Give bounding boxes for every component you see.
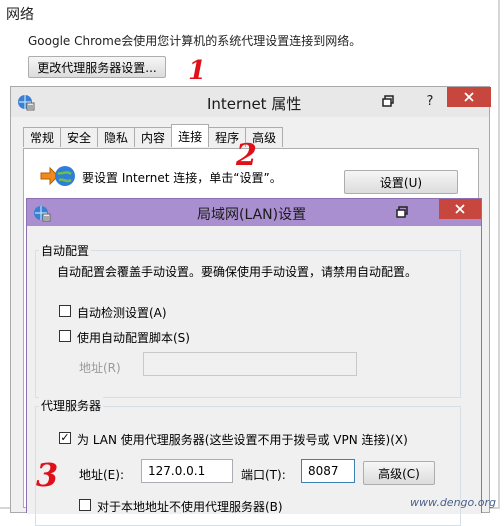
use-script-checkbox[interactable] [59,330,71,342]
restore-icon[interactable] [377,91,399,111]
close-icon[interactable] [439,199,481,219]
advanced-proxy-button[interactable]: 高级(C) [363,461,435,485]
proxy-server-group-label: 代理服务器 [39,397,104,414]
globe-arrow-icon [40,163,76,192]
proxy-address-label: 地址(E): [79,468,124,482]
help-button[interactable]: ? [419,91,441,111]
annotation-step-3: 3 [36,456,59,494]
tab-connections[interactable]: 连接 [171,124,210,147]
use-script-label: 使用自动配置脚本(S) [77,331,190,345]
internet-options-icon [17,93,35,114]
setup-button[interactable]: 设置(U) [344,170,458,194]
use-proxy-checkbox[interactable]: ✓ [59,432,71,444]
annotation-step-2: 2 [236,138,257,173]
network-section-description: Google Chrome会使用您计算机的系统代理设置连接到网络。 [28,34,362,48]
proxy-port-input[interactable]: 8087 [301,459,355,483]
internet-properties-title-bar: Internet 属性 ? [11,87,491,117]
proxy-address-input[interactable]: 127.0.0.1 [141,459,233,483]
use-proxy-label: 为 LAN 使用代理服务器(这些设置不用于拨号或 VPN 连接)(X) [77,433,408,447]
script-address-label: 地址(R) [79,361,121,375]
auto-detect-checkbox[interactable] [59,305,71,317]
lan-settings-body: 自动配置 自动配置会覆盖手动设置。要确保使用手动设置，请禁用自动配置。 自动检测… [27,226,481,526]
check-icon: ✓ [60,431,70,444]
proxy-port-label: 端口(T): [241,468,286,482]
lan-settings-title-bar: 局域网(LAN)设置 [27,199,481,226]
internet-properties-title: Internet 属性 [207,95,302,113]
annotation-step-1: 1 [188,56,207,86]
lan-settings-window: 局域网(LAN)设置 自动配置 自动配置会覆盖手动设置。要确保使用手动设置，请禁… [26,198,482,526]
tab-privacy[interactable]: 隐私 [97,127,136,147]
auto-config-description: 自动配置会覆盖手动设置。要确保使用手动设置，请禁用自动配置。 [57,265,418,279]
auto-config-group-label: 自动配置 [39,242,92,259]
bypass-local-checkbox[interactable] [79,499,91,511]
tab-content[interactable]: 内容 [134,127,173,147]
tab-security[interactable]: 安全 [60,127,99,147]
restore-icon[interactable] [391,202,413,222]
bypass-local-label: 对于本地地址不使用代理服务器(B) [97,500,283,514]
tab-general[interactable]: 常规 [23,127,62,147]
watermark: www.dengo.org [410,496,496,509]
change-proxy-settings-button[interactable]: 更改代理服务器设置... [28,56,166,78]
close-icon[interactable] [447,87,491,107]
internet-options-icon [33,204,51,225]
script-address-input[interactable] [143,352,357,376]
lan-settings-title: 局域网(LAN)设置 [197,207,307,223]
auto-detect-label: 自动检测设置(A) [77,306,167,320]
network-section-title: 网络 [6,7,34,23]
